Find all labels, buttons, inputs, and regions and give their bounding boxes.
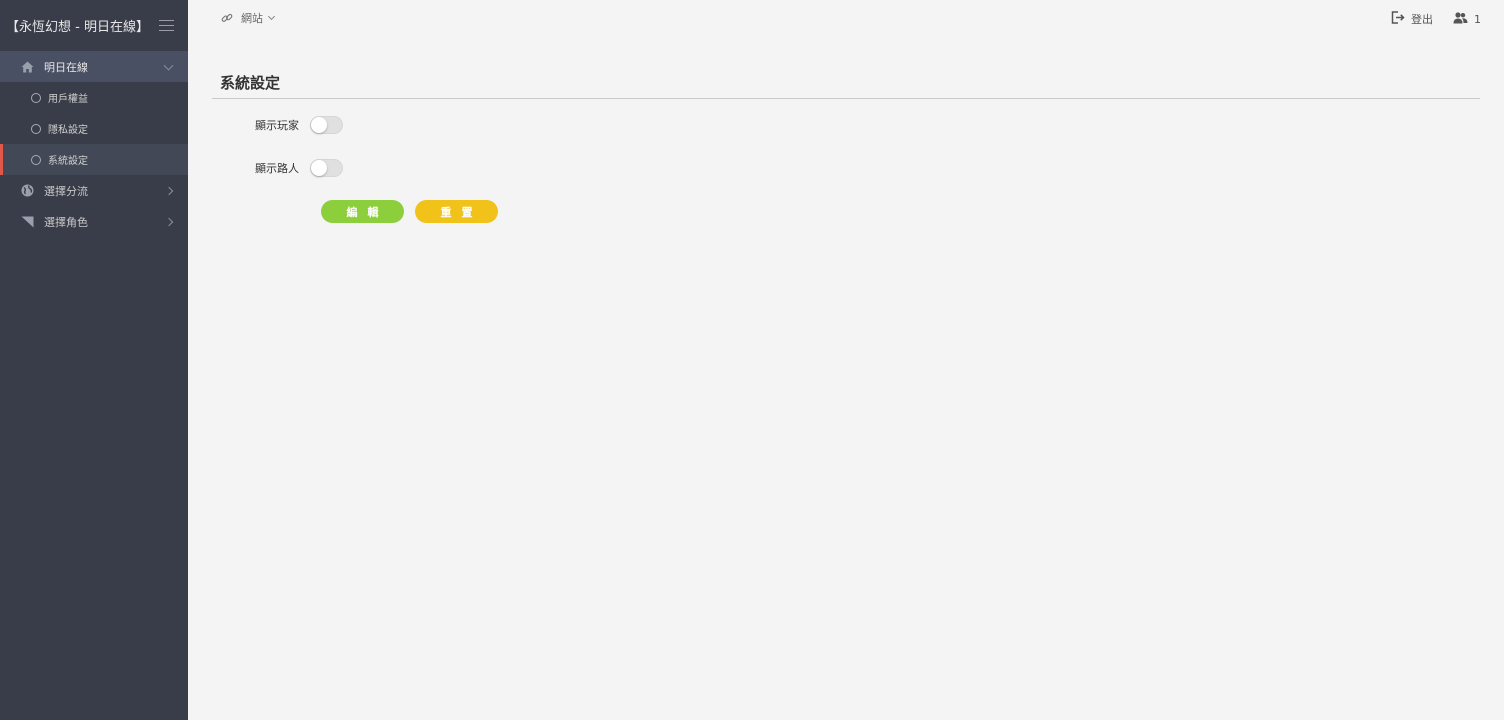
home-icon	[20, 60, 34, 74]
sidebar-item-label: 隱私設定	[48, 125, 88, 136]
brand-bar: 【永恆幻想 - 明日在線】	[0, 0, 188, 51]
page-title: 系統設定	[212, 72, 1480, 99]
circle-icon	[31, 154, 41, 165]
online-users-button[interactable]: 1	[1453, 11, 1481, 27]
chevron-down-icon	[163, 60, 174, 71]
sidebar-item-user-rights[interactable]: 用戶權益	[0, 82, 188, 113]
users-icon	[1453, 11, 1468, 27]
sidebar-item-label: 系統設定	[48, 156, 88, 167]
logout-icon	[1391, 11, 1405, 27]
circle-icon	[31, 123, 41, 134]
circle-icon	[31, 92, 41, 103]
show-players-toggle[interactable]	[310, 116, 343, 134]
form-actions: 編輯 重置	[321, 200, 498, 223]
site-menu[interactable]: 網站	[221, 10, 276, 26]
toggle-knob	[311, 160, 327, 176]
site-label: 網站	[241, 12, 263, 25]
sidebar-item-label: 選擇角色	[44, 215, 88, 229]
show-passersby-row: 顯示路人	[212, 159, 343, 177]
sidebar-item-label: 用戶權益	[48, 94, 88, 105]
show-passersby-label: 顯示路人	[255, 162, 299, 175]
header-actions: 登出 1	[1391, 11, 1481, 27]
show-players-row: 顯示玩家	[212, 116, 343, 134]
sidebar-item-online[interactable]: 明日在線	[0, 51, 188, 82]
chevron-down-icon	[267, 12, 276, 21]
logout-button[interactable]: 登出	[1391, 11, 1433, 27]
sidebar: 【永恆幻想 - 明日在線】 明日在線 用戶權益 隱私設定 系統設定 選擇分流 選…	[0, 0, 188, 720]
main-content: 系統設定 顯示玩家 顯示路人 編輯 重置	[212, 72, 1480, 223]
flag-icon	[20, 215, 34, 229]
sidebar-item-select-character[interactable]: 選擇角色	[0, 206, 188, 237]
show-players-label: 顯示玩家	[255, 119, 299, 132]
sidebar-item-label: 選擇分流	[44, 184, 88, 198]
sidebar-item-label: 明日在線	[44, 60, 88, 74]
sidebar-item-privacy[interactable]: 隱私設定	[0, 113, 188, 144]
sidebar-item-select-server[interactable]: 選擇分流	[0, 175, 188, 206]
link-icon	[221, 12, 233, 24]
show-passersby-toggle[interactable]	[310, 159, 343, 177]
chevron-right-icon	[164, 186, 174, 195]
menu-toggle-icon[interactable]	[159, 20, 174, 31]
chevron-right-icon	[164, 217, 174, 226]
edit-button[interactable]: 編輯	[321, 200, 404, 223]
brand-title: 【永恆幻想 - 明日在線】	[6, 20, 149, 35]
reset-button[interactable]: 重置	[415, 200, 498, 223]
user-count: 1	[1474, 12, 1481, 26]
top-header: 網站 登出 1	[188, 0, 1504, 40]
globe-icon	[20, 184, 34, 198]
toggle-knob	[311, 117, 327, 133]
sidebar-item-system-settings[interactable]: 系統設定	[0, 144, 188, 175]
logout-label: 登出	[1411, 13, 1433, 26]
